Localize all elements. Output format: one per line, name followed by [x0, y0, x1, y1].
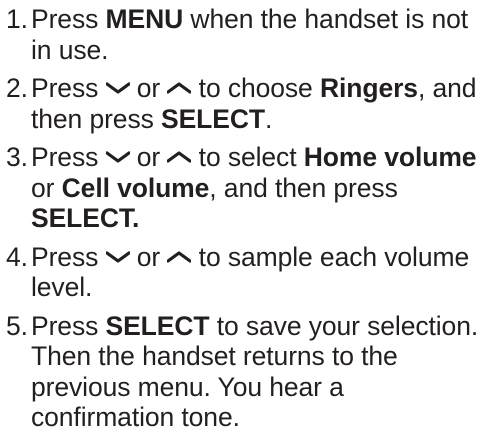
key-select: SELECT: [161, 103, 265, 134]
menu-ringers: Ringers: [319, 73, 418, 103]
key-select: SELECT.: [31, 203, 140, 233]
step-2: 2. Press or to choose Ringers, and then p…: [0, 73, 486, 134]
chevron-down-icon: [105, 81, 130, 95]
step-text: or: [31, 172, 62, 203]
chevron-down-icon: [105, 250, 130, 264]
step-number: 4.: [6, 241, 28, 272]
key-menu: MENU: [105, 4, 184, 34]
chevron-down-icon: [105, 150, 130, 164]
step-number: 5.: [6, 310, 28, 341]
step-list: 1. Press MENU when the handset is not in …: [0, 4, 486, 433]
instruction-document: 1. Press MENU when the handset is not in …: [0, 4, 486, 438]
chevron-up-icon: [167, 81, 192, 95]
step-number: 2.: [6, 73, 28, 103]
step-number: 1.: [6, 4, 28, 34]
step-text: Press: [31, 241, 106, 272]
chevron-up-icon: [167, 150, 192, 164]
chevron-up-icon: [167, 250, 192, 264]
step-text: to select: [191, 142, 304, 172]
step-text: or: [136, 241, 161, 272]
step-3: 3. Press or to select Home volume or Cell…: [0, 142, 486, 234]
step-text: or: [136, 142, 161, 172]
step-text: Press: [31, 142, 106, 172]
option-home-volume: Home volume: [303, 142, 477, 172]
step-text: Press: [31, 310, 106, 341]
option-cell-volume: Cell volume: [61, 172, 210, 203]
step-text: Press: [31, 73, 106, 103]
step-4: 4. Press or to sample each volume level.: [0, 242, 486, 303]
step-text: or: [136, 73, 161, 103]
step-text: , and then press: [209, 172, 398, 203]
key-select: SELECT: [105, 310, 210, 341]
step-text: Press: [31, 4, 106, 34]
step-5: 5. Press SELECT to save your selection. T…: [0, 311, 486, 433]
step-text: to choose: [191, 73, 320, 103]
step-1: 1. Press MENU when the handset is not in …: [0, 4, 486, 65]
step-number: 3.: [6, 142, 28, 172]
step-text: .: [264, 103, 273, 134]
